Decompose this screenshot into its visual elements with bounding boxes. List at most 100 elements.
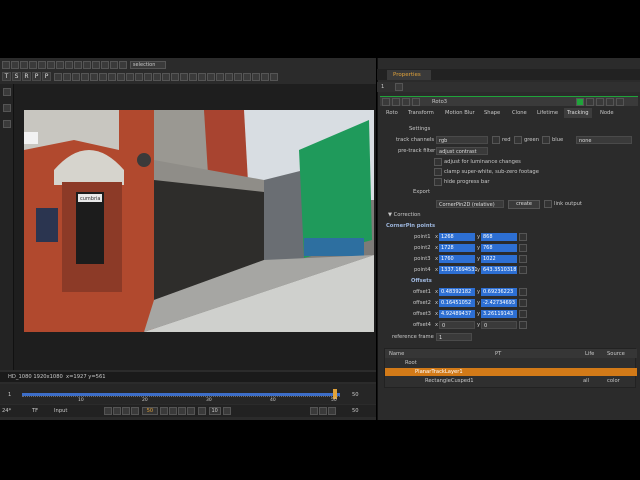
offset3-y[interactable]: 3.26119143 bbox=[481, 310, 517, 318]
selection-dropdown[interactable]: selection bbox=[129, 61, 166, 69]
aspect-icon[interactable] bbox=[215, 72, 224, 81]
gear-icon[interactable] bbox=[2, 61, 10, 69]
help-icon[interactable] bbox=[606, 98, 614, 106]
tree-row-root[interactable]: Root bbox=[385, 359, 637, 367]
tab-tracking[interactable]: Tracking bbox=[564, 108, 592, 118]
first-icon[interactable] bbox=[104, 407, 112, 415]
next-key-icon[interactable] bbox=[116, 72, 125, 81]
rect-tool-icon[interactable] bbox=[3, 120, 11, 128]
clamp-checkbox[interactable] bbox=[434, 168, 442, 176]
undo-icon[interactable] bbox=[586, 98, 594, 106]
timeline[interactable]: 1 10 20 30 40 50 50 bbox=[0, 384, 376, 404]
stop-icon[interactable] bbox=[89, 72, 98, 81]
roi-icon[interactable] bbox=[119, 61, 127, 69]
point2-y[interactable]: 768 bbox=[481, 244, 517, 252]
current-frame-field[interactable]: 50 bbox=[141, 407, 158, 415]
point1-anim-icon[interactable] bbox=[519, 233, 527, 241]
tool-r[interactable]: R bbox=[22, 72, 31, 81]
tab-transform[interactable]: Transform bbox=[408, 110, 434, 116]
point1-x[interactable]: 1268 bbox=[439, 233, 475, 241]
offset4-x[interactable]: 0 bbox=[439, 321, 475, 329]
lock-icon[interactable] bbox=[319, 407, 327, 415]
track-back-icon[interactable] bbox=[134, 72, 143, 81]
wipe-icon[interactable] bbox=[11, 61, 19, 69]
tree-row-rect[interactable]: RectangleCusped1 all color bbox=[385, 377, 637, 385]
play-back-icon[interactable] bbox=[80, 72, 89, 81]
rev-play-icon[interactable] bbox=[131, 407, 139, 415]
prev-key-icon[interactable] bbox=[62, 72, 71, 81]
pin-icon[interactable] bbox=[395, 83, 403, 91]
keyframe-icon[interactable] bbox=[233, 72, 242, 81]
blue-checkbox[interactable] bbox=[542, 136, 550, 144]
point2-x[interactable]: 1728 bbox=[439, 244, 475, 252]
point3-y[interactable]: 1022 bbox=[481, 255, 517, 263]
fwd-icon[interactable] bbox=[168, 407, 177, 415]
next-key2-icon[interactable] bbox=[177, 407, 186, 415]
input-dropdown[interactable]: Input bbox=[54, 408, 67, 414]
settings-icon[interactable] bbox=[269, 72, 278, 81]
box-icon[interactable] bbox=[65, 61, 73, 69]
offset1-x[interactable]: 0.48392182 bbox=[439, 288, 475, 296]
offset4-anim-icon[interactable] bbox=[519, 321, 527, 329]
none-dropdown[interactable]: none bbox=[576, 136, 632, 144]
expand-icon[interactable] bbox=[197, 72, 206, 81]
tool-p2[interactable]: P bbox=[42, 72, 51, 81]
node-icon[interactable] bbox=[402, 98, 410, 106]
revert-icon[interactable] bbox=[616, 98, 624, 106]
point4-x[interactable]: 1337.1694531 bbox=[439, 266, 478, 274]
arrow-icon[interactable] bbox=[74, 61, 82, 69]
step-field[interactable]: 10 bbox=[208, 407, 221, 415]
tab-clone[interactable]: Clone bbox=[512, 110, 527, 116]
tool-t[interactable]: T bbox=[2, 72, 11, 81]
refresh-icon[interactable] bbox=[206, 72, 215, 81]
clear-icon[interactable] bbox=[260, 72, 269, 81]
flipbook-icon[interactable] bbox=[310, 407, 318, 415]
correction-label[interactable]: ▼ Correction bbox=[388, 212, 420, 218]
track-fwd-icon[interactable] bbox=[143, 72, 152, 81]
offset3-x[interactable]: 4.92489437 bbox=[439, 310, 475, 318]
close-node-icon[interactable] bbox=[382, 98, 390, 106]
link-output-checkbox[interactable] bbox=[544, 200, 552, 208]
step-back-icon[interactable] bbox=[71, 72, 80, 81]
properties-tab[interactable]: Properties bbox=[387, 70, 431, 80]
offset2-x[interactable]: 0.16451052 bbox=[439, 299, 475, 307]
fps-dropdown[interactable]: 24* bbox=[2, 408, 11, 414]
tool-s[interactable]: S bbox=[12, 72, 21, 81]
back-icon[interactable] bbox=[122, 407, 130, 415]
overlay-icon[interactable] bbox=[83, 61, 91, 69]
motion-icon[interactable] bbox=[101, 61, 109, 69]
corner-icon[interactable] bbox=[188, 72, 197, 81]
adjust-lum-checkbox[interactable] bbox=[434, 158, 442, 166]
offset4-y[interactable]: 0 bbox=[481, 321, 517, 329]
offset2-y[interactable]: -2.42734693 bbox=[481, 299, 517, 307]
tab-lifetime[interactable]: Lifetime bbox=[537, 110, 558, 116]
tool-p[interactable]: P bbox=[32, 72, 41, 81]
offset2-anim-icon[interactable] bbox=[519, 299, 527, 307]
pen-tool-icon[interactable] bbox=[3, 104, 11, 112]
point4-y[interactable]: 643.3510318 bbox=[481, 266, 517, 274]
cache-icon[interactable] bbox=[328, 407, 336, 415]
float-icon[interactable] bbox=[392, 98, 400, 106]
point3-x[interactable]: 1760 bbox=[439, 255, 475, 263]
tf-dropdown[interactable]: TF bbox=[32, 408, 38, 414]
clone-icon[interactable] bbox=[110, 61, 118, 69]
fit-icon[interactable] bbox=[179, 72, 188, 81]
zoom-icon[interactable] bbox=[161, 72, 170, 81]
point3-anim-icon[interactable] bbox=[519, 255, 527, 263]
tab-roto[interactable]: Roto bbox=[386, 110, 398, 116]
red-checkbox[interactable] bbox=[492, 136, 500, 144]
track-channels-dropdown[interactable]: rgb bbox=[436, 136, 488, 144]
point1-y[interactable]: 868 bbox=[481, 233, 517, 241]
pan-icon[interactable] bbox=[170, 72, 179, 81]
play-icon[interactable] bbox=[98, 72, 107, 81]
arrow-select-icon[interactable] bbox=[3, 88, 11, 96]
redo-icon[interactable] bbox=[596, 98, 604, 106]
layer-icon[interactable] bbox=[20, 61, 28, 69]
correct-icon[interactable] bbox=[251, 72, 260, 81]
create-button[interactable]: create bbox=[508, 200, 540, 209]
end-field[interactable]: 50 bbox=[352, 408, 359, 414]
solo-icon[interactable] bbox=[224, 72, 233, 81]
green-checkbox[interactable] bbox=[514, 136, 522, 144]
last-frame-icon[interactable] bbox=[125, 72, 134, 81]
play2-icon[interactable] bbox=[159, 407, 168, 415]
